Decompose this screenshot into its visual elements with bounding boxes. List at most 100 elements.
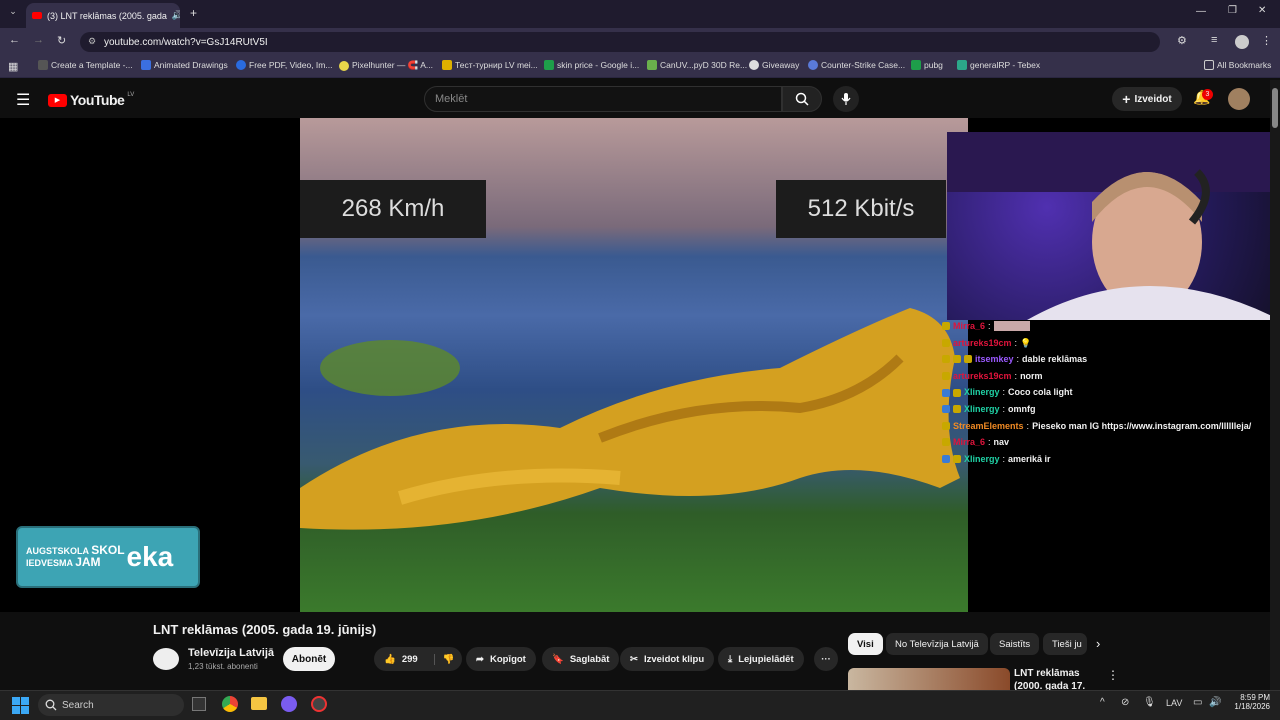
task-view-icon[interactable] — [192, 697, 206, 711]
chevron-right-icon[interactable]: › — [1096, 636, 1100, 651]
youtube-logo[interactable]: ▶ YouTube LV — [48, 92, 134, 108]
language-indicator[interactable]: LAV — [1166, 698, 1182, 708]
video-player[interactable]: 268 Km/h 512 Kbit/s Mirra_6: artureks19c… — [0, 118, 1270, 612]
chip-related[interactable]: Saistīts — [990, 633, 1040, 655]
more-actions-button[interactable]: ··· — [814, 647, 838, 671]
chat-badge-icon — [942, 372, 950, 381]
clock[interactable]: 8:59 PM 1/18/2026 — [1230, 693, 1270, 711]
chat-user: Xlinergy — [964, 403, 1000, 414]
bookmark-item[interactable]: Pixelhunter — 🧲 A... — [339, 60, 433, 71]
back-icon[interactable]: ← — [9, 34, 20, 46]
recommended-title-line2[interactable]: (2000. gada 17. — [1014, 681, 1085, 690]
browser-tab[interactable]: (3) LNT reklāmas (2005. gada 🔊 ✕ — [26, 3, 180, 28]
windows-start-icon[interactable] — [12, 697, 29, 714]
user-avatar[interactable] — [1228, 88, 1250, 110]
page-scrollbar[interactable] — [1270, 80, 1280, 690]
stream-overlay-banner: AUGSTSKOLA SKOL IEDVESMA JAM eka — [16, 526, 200, 588]
chat-message: Coco cola light — [1008, 387, 1073, 398]
bookmark-label: pubg — [924, 60, 943, 70]
extensions-icon[interactable]: ⚙ — [1177, 34, 1187, 47]
taskbar-search-placeholder: Search — [62, 699, 94, 711]
tray-display-icon[interactable]: ▭ — [1193, 697, 1202, 708]
bookmark-item[interactable]: Free PDF, Video, Im... — [236, 60, 332, 70]
overlay-line: IEDVESMA — [26, 558, 73, 568]
audio-icon[interactable]: 🔊 — [172, 10, 180, 21]
bookmark-item[interactable]: Create a Template -... — [38, 60, 133, 70]
channel-name[interactable]: Televīzija Latvijā — [188, 647, 274, 659]
search-button[interactable] — [782, 86, 822, 112]
restore-icon[interactable]: ❐ — [1228, 5, 1237, 16]
like-count[interactable]: 299 — [402, 654, 418, 665]
all-bookmarks-label: All Bookmarks — [1217, 60, 1272, 70]
media-icon[interactable]: ≡ — [1211, 34, 1217, 46]
bookmark-item[interactable]: pubg — [911, 60, 943, 70]
like-icon[interactable]: 👍 — [384, 654, 396, 665]
all-bookmarks[interactable]: All Bookmarks — [1204, 60, 1271, 70]
recommended-title[interactable]: LNT reklāmas — [1014, 668, 1080, 679]
chat-line: Mirra_6: — [942, 318, 1270, 335]
recommended-menu-icon[interactable]: ⋮ — [1107, 668, 1119, 682]
chip-live[interactable]: Tieši ju — [1043, 633, 1087, 655]
save-button[interactable]: 🔖 Saglabāt — [542, 647, 620, 671]
notification-count-badge: 3 — [1202, 89, 1213, 100]
bookmark-item[interactable]: skin price - Google i... — [544, 60, 639, 70]
recommended-thumbnail[interactable] — [848, 668, 1010, 690]
close-window-icon[interactable]: ✕ — [1258, 5, 1266, 16]
bookmark-label: Free PDF, Video, Im... — [249, 60, 333, 70]
reload-icon[interactable]: ↻ — [57, 34, 66, 47]
clip-button[interactable]: ✂ Izveidot klipu — [620, 647, 715, 671]
address-bar[interactable]: ⚙ youtube.com/watch?v=GsJ14RUtV5I — [80, 32, 1160, 52]
chat-badge-icon — [942, 355, 950, 364]
overlay-line: JAM — [75, 555, 101, 569]
voice-search-button[interactable] — [833, 86, 859, 112]
bookmark-item[interactable]: Counter-Strike Case... — [808, 60, 905, 70]
menu-icon[interactable]: ⋮ — [1261, 34, 1272, 47]
file-explorer-icon[interactable] — [251, 697, 267, 710]
subscribe-button[interactable]: Abonēt — [283, 647, 335, 671]
chat-badge-icon — [942, 322, 950, 331]
channel-avatar[interactable] — [153, 648, 179, 670]
site-info-icon[interactable]: ⚙ — [88, 36, 96, 47]
create-button[interactable]: + Izveidot — [1112, 87, 1182, 111]
bookmark-icon: 🔖 — [552, 653, 564, 665]
new-tab-icon[interactable]: + — [190, 6, 197, 20]
forward-icon[interactable]: → — [33, 34, 44, 46]
chat-line: artureks19cm: norm — [942, 368, 1270, 385]
chat-line: StreamElements: Pieseko man IG https://ww… — [942, 418, 1270, 435]
chrome-taskbar-icon[interactable] — [222, 696, 238, 712]
app-taskbar-icon[interactable] — [311, 696, 327, 712]
bookmark-label: CanUV...pyD 30D Re... — [660, 60, 748, 70]
minimize-icon[interactable]: — — [1196, 6, 1206, 17]
tab-search-icon[interactable]: ⌄ — [6, 6, 20, 20]
bookmark-item[interactable]: Animated Drawings — [141, 60, 228, 70]
hamburger-menu-icon[interactable]: ☰ — [16, 90, 30, 110]
bookmark-item[interactable]: CanUV...pyD 30D Re... — [647, 60, 747, 70]
taskbar-search-input[interactable]: Search — [38, 694, 184, 716]
discord-taskbar-icon[interactable] — [281, 696, 297, 712]
bookmark-label: Тест-турнир LV mei... — [455, 60, 538, 70]
dislike-icon[interactable]: 👎 — [433, 653, 455, 665]
chat-message: Pieseko man IG https://www.instagram.com… — [1032, 420, 1252, 431]
scrollbar-thumb[interactable] — [1272, 88, 1278, 128]
chat-message: 💡 — [1020, 337, 1032, 348]
bookmark-item[interactable]: Giveaway — [749, 60, 799, 70]
chip-all[interactable]: Visi — [848, 633, 883, 655]
bookmark-icon — [38, 60, 48, 70]
tray-network-icon[interactable]: ⊘ — [1121, 697, 1129, 708]
chip-from-channel[interactable]: No Televīzija Latvijā — [886, 633, 988, 655]
tray-mic-icon[interactable]: 🎙 — [1143, 697, 1156, 708]
microphone-icon — [841, 93, 851, 105]
tray-volume-icon[interactable]: 🔊 — [1209, 697, 1221, 708]
share-button[interactable]: ➦ Kopīgot — [466, 647, 536, 671]
search-input[interactable]: Meklēt — [424, 86, 782, 112]
chat-line: Xlinergy: omnfg — [942, 401, 1270, 418]
chat-message: dable reklāmas — [1022, 354, 1088, 365]
bookmarks-bar: ▦ Create a Template -... Animated Drawin… — [0, 56, 1280, 78]
download-button[interactable]: ⤓ Lejupielādēt — [718, 647, 804, 671]
apps-icon[interactable]: ▦ — [8, 60, 18, 73]
profile-avatar[interactable] — [1235, 35, 1249, 49]
bookmark-item[interactable]: Тест-турнир LV mei... — [442, 60, 538, 70]
bookmark-item[interactable]: generalRP - Tebex — [957, 60, 1040, 70]
overlay-text-small: AUGSTSKOLA SKOL IEDVESMA JAM — [26, 544, 125, 569]
tray-chevron-icon[interactable]: ^ — [1100, 697, 1105, 708]
